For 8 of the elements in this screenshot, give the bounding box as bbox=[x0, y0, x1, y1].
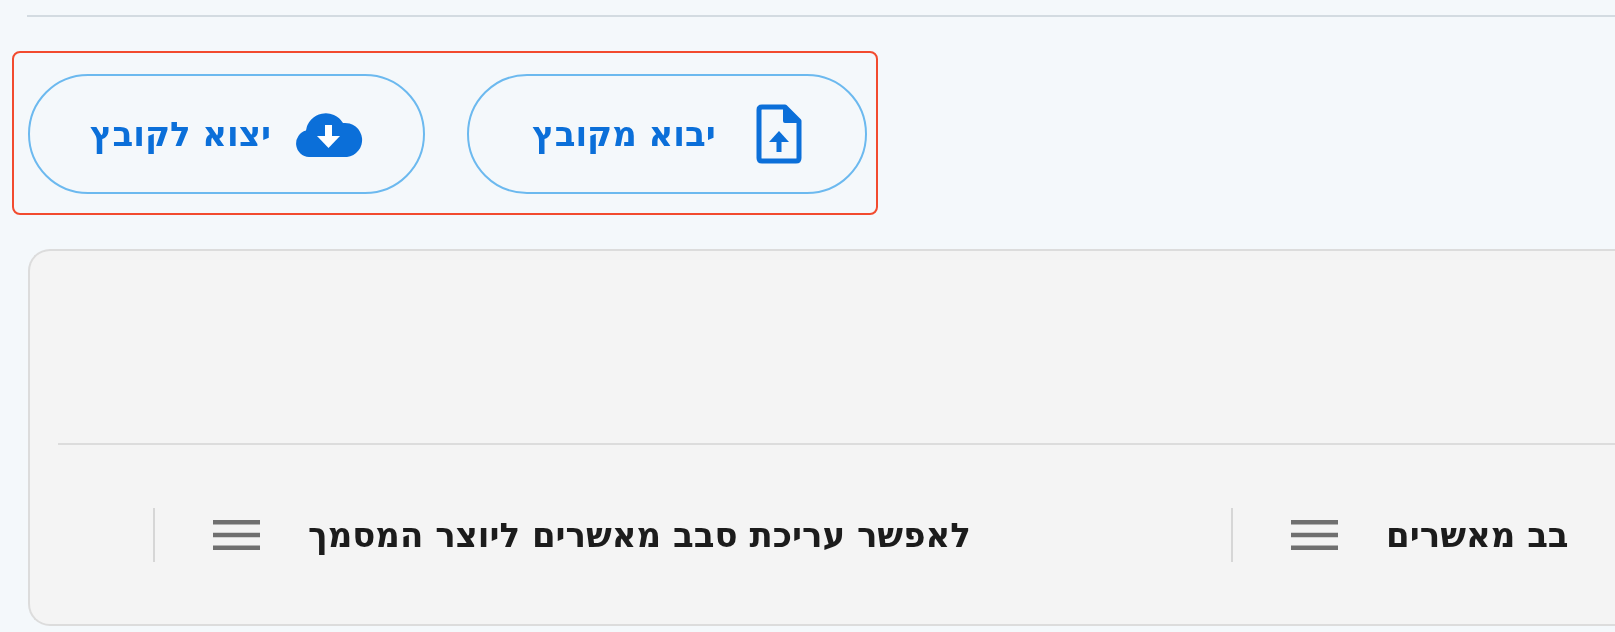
column-header[interactable]: לאפשר עריכת סבב מאשרים ליוצר המסמך bbox=[308, 514, 971, 555]
import-button[interactable]: יבוא מקובץ bbox=[467, 74, 867, 194]
column-header[interactable]: בב מאשרים bbox=[1386, 514, 1569, 555]
menu-icon[interactable] bbox=[1291, 519, 1338, 550]
file-upload-icon bbox=[754, 104, 802, 164]
menu-icon[interactable] bbox=[213, 519, 260, 550]
cloud-download-icon bbox=[294, 110, 363, 158]
export-button[interactable]: יצוא לקובץ bbox=[28, 74, 425, 194]
